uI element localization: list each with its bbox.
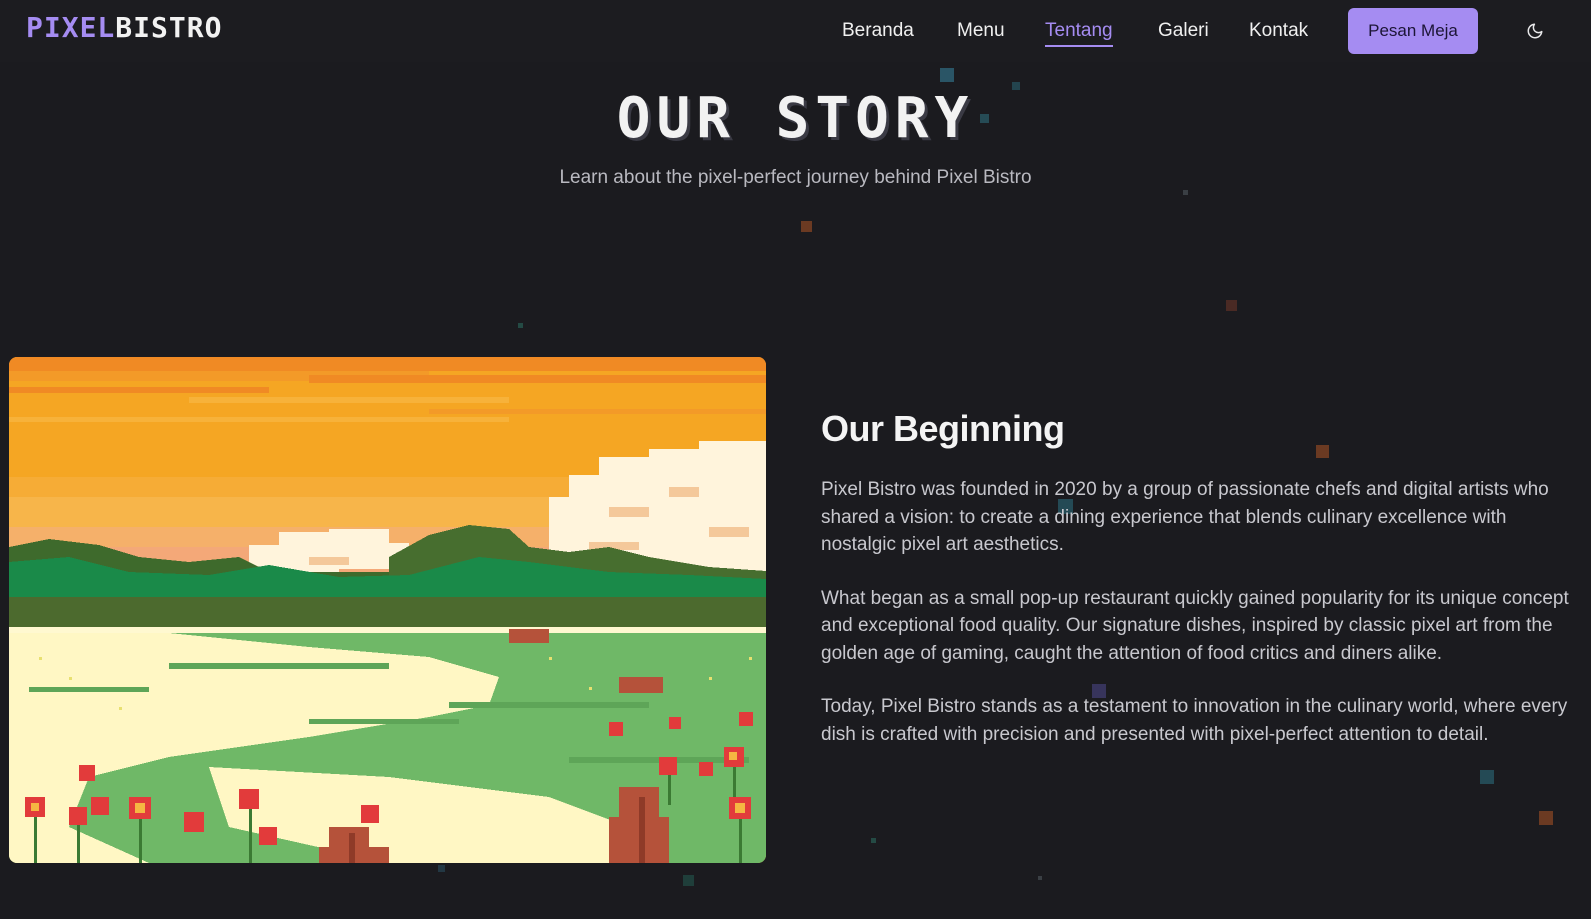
reserve-table-button[interactable]: Pesan Meja (1348, 8, 1478, 54)
story-section: Our Beginning Pixel Bistro was founded i… (821, 404, 1577, 748)
pixel-particle (1480, 770, 1494, 784)
page-subtitle: Learn about the pixel-perfect journey be… (559, 167, 1032, 188)
story-paragraph: Today, Pixel Bistro stands as a testamen… (821, 696, 1568, 745)
theme-toggle-button[interactable] (1524, 20, 1546, 42)
pixel-particle (683, 875, 694, 886)
pixel-particle (1539, 811, 1553, 825)
nav-link-beranda[interactable]: Beranda (842, 17, 914, 45)
brand-logo-part1: PIXEL (26, 11, 116, 44)
nav-link-menu[interactable]: Menu (957, 17, 1005, 45)
nav-link-tentang[interactable]: Tentang (1045, 17, 1113, 47)
pixel-particle (518, 323, 523, 328)
brand-logo[interactable]: PIXELBISTRO (26, 10, 222, 46)
page: PIXELBISTRO Beranda Menu Tentang Galeri … (0, 0, 1591, 919)
nav-link-galeri[interactable]: Galeri (1158, 17, 1209, 45)
pixel-landscape-image (9, 357, 766, 863)
pixel-particle (871, 838, 876, 843)
story-paragraph: What began as a small pop-up restaurant … (821, 587, 1569, 664)
site-header: PIXELBISTRO Beranda Menu Tentang Galeri … (0, 0, 1591, 62)
hero-section: OUR STORY Learn about the pixel-perfect … (0, 62, 1591, 262)
moon-icon (1527, 23, 1543, 39)
story-paragraph: Pixel Bistro was founded in 2020 by a gr… (821, 479, 1549, 555)
nav-link-kontak[interactable]: Kontak (1249, 17, 1308, 45)
pixel-particle (1038, 876, 1042, 880)
story-heading: Our Beginning (821, 408, 1065, 449)
pixel-particle (438, 865, 445, 872)
page-title: OUR STORY (616, 86, 975, 151)
brand-logo-part2: BISTRO (115, 11, 223, 44)
pixel-particle (1226, 300, 1237, 311)
